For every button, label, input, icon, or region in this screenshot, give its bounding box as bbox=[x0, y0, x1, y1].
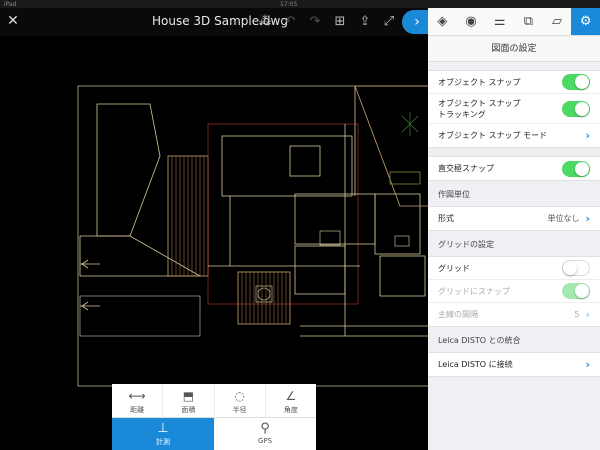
object-snap-label: オブジェクト スナップ bbox=[438, 77, 521, 87]
units-group: 形式 単位なし › bbox=[428, 206, 600, 231]
ortho-snap-label: 直交極スナップ bbox=[438, 164, 494, 173]
location-pin-icon: ⚲ bbox=[260, 421, 270, 436]
shapes-icon[interactable]: ⧉ bbox=[514, 8, 543, 35]
ortho-snap-toggle[interactable] bbox=[562, 160, 590, 177]
object-snap-toggle[interactable] bbox=[562, 74, 590, 90]
snap-to-grid-row: グリッドにスナップ bbox=[428, 280, 600, 303]
grid-row: グリッド bbox=[428, 257, 600, 280]
viewer-toolbar: ✕ House 3D Sample.dwg ⁂ ↶ ↷ ⊞ ⇪ ⤢ › bbox=[0, 8, 432, 36]
redo-icon[interactable]: ↷ bbox=[306, 13, 324, 31]
ortho-group: 直交極スナップ bbox=[428, 156, 600, 181]
angle-tool[interactable]: ∠ 角度 bbox=[266, 384, 316, 417]
measure-panel: ⟷ 距離 ⬒ 面積 ◌ 半径 ∠ 角度 ⊥ 計測 ⚲ GPS bbox=[112, 384, 316, 450]
units-format-row[interactable]: 形式 単位なし › bbox=[428, 207, 600, 230]
disto-section-header: Leica DISTO との統合 bbox=[438, 336, 521, 345]
snap-settings-group: オブジェクト スナップ オブジェクト スナップ トラッキング オブジェクト スナ… bbox=[428, 70, 600, 148]
panel-tabs: ◈ ◉ ⚌ ⧉ ▱ ⚙ bbox=[428, 8, 600, 36]
measure-tabs: ⊥ 計測 ⚲ GPS bbox=[112, 418, 316, 450]
major-line-spacing-row: 主線の間隔 5 › bbox=[428, 303, 600, 326]
chevron-right-icon: › bbox=[585, 212, 590, 225]
area-icon: ⬒ bbox=[182, 389, 195, 403]
units-format-label: 形式 bbox=[438, 214, 454, 223]
tab-measure-label: 計測 bbox=[156, 438, 170, 446]
comment-icon[interactable]: ▱ bbox=[543, 8, 572, 35]
tab-measure[interactable]: ⊥ 計測 bbox=[112, 418, 214, 450]
object-snap-mode-label: オブジェクト スナップ モード bbox=[438, 131, 548, 140]
chevron-right-icon: › bbox=[585, 358, 590, 371]
layout-icon[interactable]: ⊞ bbox=[331, 13, 349, 31]
close-icon[interactable]: ✕ bbox=[4, 12, 22, 30]
settings-panel: ◈ ◉ ⚌ ⧉ ▱ ⚙ 図面の設定 オブジェクト スナップ オブジェクト スナッ… bbox=[428, 8, 600, 450]
tab-gps[interactable]: ⚲ GPS bbox=[214, 418, 316, 450]
grid-toggle[interactable] bbox=[562, 260, 590, 276]
measure-tools: ⟷ 距離 ⬒ 面積 ◌ 半径 ∠ 角度 bbox=[112, 384, 316, 418]
distance-label: 距離 bbox=[130, 406, 145, 414]
area-label: 面積 bbox=[181, 406, 196, 414]
angle-icon: ∠ bbox=[285, 389, 297, 403]
layers-icon[interactable]: ◈ bbox=[428, 8, 457, 35]
status-bar: iPad 17:05 bbox=[0, 0, 600, 8]
gear-icon[interactable]: ⚙ bbox=[571, 8, 600, 35]
radius-tool[interactable]: ◌ 半径 bbox=[215, 384, 266, 417]
snap-icon[interactable]: ⁂ bbox=[256, 13, 274, 31]
major-line-spacing-label: 主線の間隔 bbox=[438, 310, 478, 319]
disto-connect-row[interactable]: Leica DISTO に接続 › bbox=[428, 353, 600, 376]
sliders-icon[interactable]: ⚌ bbox=[485, 8, 514, 35]
measure-icon: ⊥ bbox=[157, 421, 169, 436]
angle-label: 角度 bbox=[283, 406, 298, 414]
chevron-right-icon: › bbox=[585, 308, 590, 321]
object-snap-tracking-row: オブジェクト スナップ トラッキング bbox=[428, 94, 600, 124]
major-line-spacing-value: 5 bbox=[574, 310, 580, 319]
grid-label: グリッド bbox=[438, 263, 470, 273]
carrier-label: iPad bbox=[4, 0, 17, 8]
units-format-value: 単位なし bbox=[547, 214, 580, 223]
distance-tool[interactable]: ⟷ 距離 bbox=[112, 384, 164, 417]
distance-icon: ⟷ bbox=[128, 389, 146, 403]
ortho-snap-row: 直交極スナップ bbox=[428, 157, 600, 180]
disto-connect-label: Leica DISTO に接続 bbox=[438, 360, 513, 369]
disto-group: Leica DISTO に接続 › bbox=[428, 352, 600, 377]
grid-section-header: グリッドの設定 bbox=[438, 240, 494, 249]
object-snap-row: オブジェクト スナップ bbox=[428, 71, 600, 94]
tab-gps-label: GPS bbox=[257, 437, 273, 445]
chevron-right-icon: › bbox=[585, 129, 590, 142]
radius-label: 半径 bbox=[232, 406, 247, 414]
object-snap-tracking-label: オブジェクト スナップ トラッキング bbox=[438, 98, 521, 119]
clock-label: 17:05 bbox=[280, 0, 298, 8]
area-tool[interactable]: ⬒ 面積 bbox=[163, 384, 215, 417]
snap-to-grid-toggle bbox=[562, 283, 590, 299]
object-snap-mode-row[interactable]: オブジェクト スナップ モード › bbox=[428, 124, 600, 147]
panel-title: 図面の設定 bbox=[428, 36, 600, 62]
share-icon[interactable]: ⇪ bbox=[356, 13, 374, 31]
units-section-header: 作図単位 bbox=[438, 190, 470, 199]
fullscreen-icon[interactable]: ⤢ bbox=[380, 13, 398, 31]
object-snap-tracking-toggle[interactable] bbox=[562, 100, 590, 117]
grid-group: グリッド グリッドにスナップ 主線の間隔 5 › bbox=[428, 256, 600, 327]
radius-icon: ◌ bbox=[234, 389, 245, 403]
eye-icon[interactable]: ◉ bbox=[457, 8, 486, 35]
undo-icon[interactable]: ↶ bbox=[281, 13, 299, 31]
snap-to-grid-label: グリッドにスナップ bbox=[438, 286, 510, 296]
